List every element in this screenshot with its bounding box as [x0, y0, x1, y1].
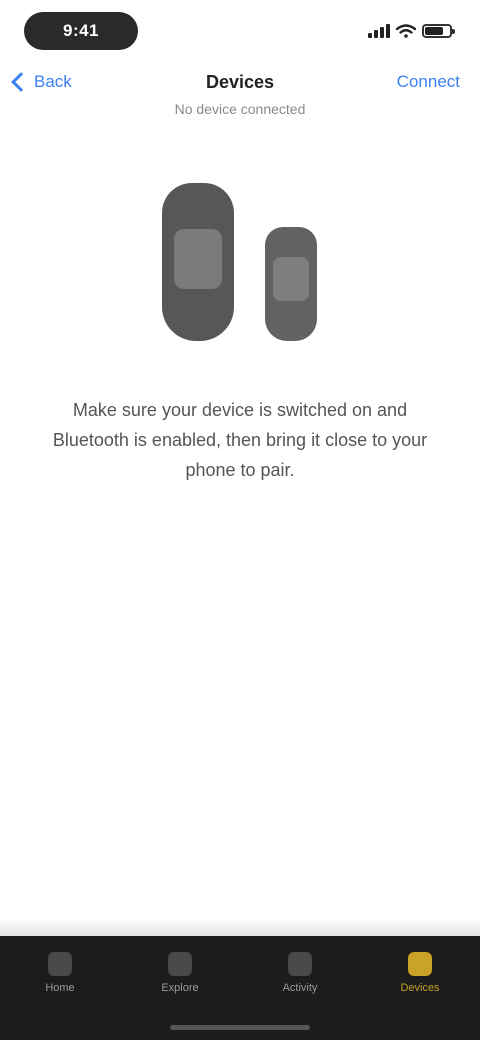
tab-label: Devices [400, 982, 440, 994]
page-subtitle: No device connected [174, 101, 306, 117]
tab-devices[interactable]: Devices [360, 936, 480, 1040]
nav-header: Back Devices No device connected Connect [0, 62, 480, 132]
device-large-image [162, 183, 234, 341]
explore-icon [168, 952, 192, 976]
home-icon [48, 952, 72, 976]
back-label: Back [34, 72, 72, 91]
devices-icon [408, 952, 432, 976]
page-title: Devices [205, 72, 275, 92]
back-button[interactable]: Back [11, 72, 72, 92]
status-icons [368, 20, 455, 42]
device-large-screen [174, 229, 222, 289]
connect-button[interactable]: Connect [397, 72, 460, 92]
nav-titles: Devices No device connected [140, 72, 340, 117]
tab-label: Activity [282, 982, 318, 994]
signal-icon [368, 24, 390, 38]
pairing-instructions: Make sure your device is switched on and… [52, 400, 428, 480]
status-time: 9:41 [24, 12, 138, 50]
wifi-icon [396, 24, 416, 38]
home-indicator [170, 1025, 310, 1030]
tab-bar: Home Explore Activity Devices [0, 918, 480, 1040]
tab-label: Home [45, 982, 75, 994]
app-screen: 9:41 Back Devices No device connected Co… [0, 0, 480, 1040]
device-small-image [265, 227, 317, 341]
tab-label: Explore [161, 982, 199, 994]
tab-home[interactable]: Home [0, 936, 120, 1040]
chevron-left-icon [11, 72, 31, 92]
status-bar: 9:41 [0, 0, 480, 62]
device-illustration [0, 175, 480, 375]
device-small-screen [273, 257, 309, 301]
battery-icon [422, 24, 455, 38]
activity-icon [288, 952, 312, 976]
